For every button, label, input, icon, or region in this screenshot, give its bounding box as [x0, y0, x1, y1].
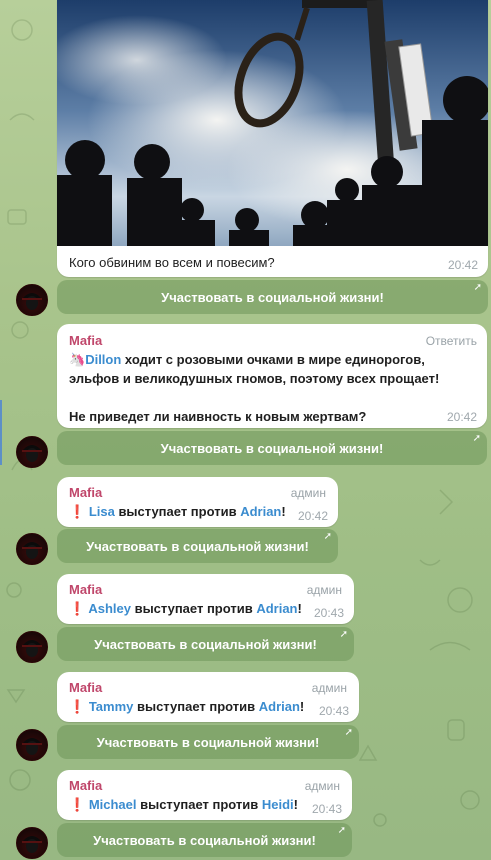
message-time: 20:43 — [311, 802, 342, 816]
exclamation-icon: ❗ — [69, 797, 86, 812]
arrow-up-right-icon: ➚ — [473, 282, 482, 293]
exclamation-icon: ❗ — [69, 504, 86, 519]
mafia-avatar-icon[interactable] — [16, 729, 48, 761]
player-name[interactable]: Ashley — [88, 601, 131, 616]
social-life-button-label: Участвовать в социальной жизни! — [93, 832, 316, 848]
message-bubble[interactable]: Mafia админ ❗ Ashley выступает против Ad… — [57, 574, 354, 624]
message-text: 🦄Dillon ходит с розовыми очками в мире е… — [69, 352, 440, 424]
target-name[interactable]: Heidi — [262, 797, 294, 812]
social-life-button-label: Участвовать в социальной жизни! — [94, 636, 317, 652]
social-life-button-label: Участвовать в социальной жизни! — [96, 734, 320, 750]
arrow-up-right-icon: ➚ — [472, 433, 481, 444]
player-name[interactable]: Lisa — [89, 504, 115, 519]
target-name[interactable]: Adrian — [259, 699, 300, 714]
social-life-button[interactable]: Участвовать в социальной жизни! ➚ — [57, 725, 359, 759]
player-name[interactable]: Michael — [89, 797, 137, 812]
social-life-button[interactable]: Участвовать в социальной жизни! ➚ — [57, 280, 488, 314]
player-name[interactable]: Dillon — [85, 352, 121, 367]
social-life-button[interactable]: Участвовать в социальной жизни! ➚ — [57, 823, 352, 857]
message-bubble[interactable]: Mafia админ ❗ Tammy выступает против Adr… — [57, 672, 359, 722]
arrow-up-right-icon: ➚ — [344, 727, 353, 738]
sender-name: Mafia — [69, 680, 103, 695]
sender-name: Mafia — [69, 582, 103, 597]
message-time: 20:43 — [318, 704, 349, 718]
unicorn-icon: 🦄 — [69, 352, 86, 367]
social-life-button[interactable]: Участвовать в социальной жизни! ➚ — [57, 431, 487, 465]
social-life-button[interactable]: Участвовать в социальной жизни! ➚ — [57, 627, 354, 661]
exclamation-icon: ❗ — [69, 601, 86, 616]
mafia-avatar-icon[interactable] — [16, 284, 48, 316]
photo-caption: Кого обвиним во всем и повесим? — [69, 255, 275, 270]
reply-link[interactable]: Ответить — [426, 334, 477, 348]
message-bubble[interactable]: Mafia админ ❗ Michael выступает против H… — [57, 770, 352, 820]
player-name[interactable]: Tammy — [89, 699, 134, 714]
message-time: 20:43 — [313, 606, 344, 620]
social-life-button-label: Участвовать в социальной жизни! — [160, 440, 384, 456]
message-time: 20:42 — [446, 410, 477, 424]
target-name[interactable]: Adrian — [256, 601, 297, 616]
sender-name: Mafia — [69, 778, 103, 793]
arrow-up-right-icon: ➚ — [339, 629, 348, 640]
social-life-button-label: Участвовать в социальной жизни! — [86, 538, 309, 554]
message-bubble[interactable]: Mafia Ответить 🦄Dillon ходит с розовыми … — [57, 324, 487, 428]
admin-badge: админ — [306, 583, 342, 597]
mafia-avatar-icon[interactable] — [16, 631, 48, 663]
mafia-avatar-icon[interactable] — [16, 436, 48, 468]
message-text: ❗ Michael выступает против Heidi! — [69, 797, 298, 812]
message-bubble[interactable]: Mafia админ ❗ Lisa выступает против Adri… — [57, 477, 338, 527]
admin-badge: админ — [290, 486, 326, 500]
message-time: 20:42 — [447, 258, 478, 272]
message-text: ❗ Lisa выступает против Adrian! — [69, 504, 286, 519]
mafia-avatar-icon[interactable] — [16, 533, 48, 565]
admin-badge: админ — [304, 779, 340, 793]
photo-message-bubble[interactable]: Кого обвиним во всем и повесим? 20:42 — [57, 0, 488, 277]
social-life-button[interactable]: Участвовать в социальной жизни! ➚ — [57, 529, 338, 563]
sender-name: Mafia — [69, 485, 103, 500]
arrow-up-right-icon: ➚ — [323, 531, 332, 542]
admin-badge: админ — [311, 681, 347, 695]
hanging-noose-photo — [57, 0, 488, 247]
target-name[interactable]: Adrian — [240, 504, 281, 519]
message-time: 20:42 — [297, 509, 328, 523]
sender-name: Mafia — [69, 333, 103, 348]
exclamation-icon: ❗ — [69, 699, 86, 714]
social-life-button-label: Участвовать в социальной жизни! — [161, 289, 384, 305]
message-text: ❗ Tammy выступает против Adrian! — [69, 699, 305, 714]
message-text: ❗ Ashley выступает против Adrian! — [69, 601, 302, 616]
arrow-up-right-icon: ➚ — [337, 825, 346, 836]
scroll-edge-indicator — [0, 400, 2, 465]
mafia-avatar-icon[interactable] — [16, 827, 48, 859]
